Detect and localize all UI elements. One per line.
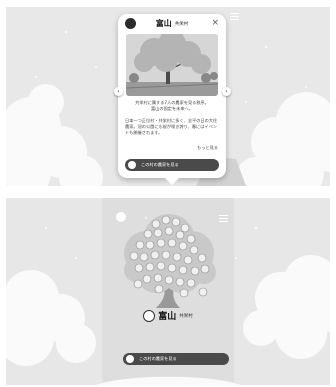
- next-arrow-icon[interactable]: ›: [222, 87, 231, 96]
- village-photo: [126, 34, 218, 96]
- menu-icon[interactable]: [219, 215, 228, 224]
- village-suffix: 共栄村: [174, 21, 189, 27]
- village-description-1: 共栄村に属する7人の農家を見る秩序。 富山の固定を未来へ。: [135, 100, 209, 111]
- view-farmers-label: この村の農家を見る: [139, 356, 177, 361]
- village-info-card: 富山 共栄村 × 共栄村に属する7人の農家を見る秩序。 富山の固定を未来へ。 日…: [118, 14, 226, 186]
- farmer-icon: [128, 161, 136, 169]
- globe-icon[interactable]: [116, 212, 126, 222]
- village-name: 富山: [155, 18, 172, 28]
- village-suffix: 共栄村: [179, 313, 193, 319]
- close-icon[interactable]: ×: [211, 18, 219, 29]
- menu-icon[interactable]: [230, 13, 239, 22]
- village-name: 富山: [158, 312, 177, 322]
- village-title: 富山 共栄村: [6, 309, 330, 322]
- village-badge-icon: [125, 18, 136, 29]
- village-badge-icon: [143, 309, 156, 322]
- more-link[interactable]: もっと見る: [197, 145, 218, 151]
- view-farmers-button[interactable]: この村の農家を見る: [125, 159, 219, 171]
- village-description-2: 日本一つ正位村・共栄村に多く、全平の日の大住農家。冠の公園にも桜が咲き誇り、春に…: [125, 118, 218, 135]
- view-farmers-label: この村の農家を見る: [141, 162, 179, 167]
- farmer-icon: [126, 355, 134, 363]
- village-tree-screen: 富山 共栄村 この村の農家を見る: [6, 198, 330, 385]
- card-header: 富山 共栄村 ×: [118, 14, 226, 33]
- prev-arrow-icon[interactable]: ‹: [114, 87, 123, 96]
- view-farmers-button[interactable]: この村の農家を見る: [123, 353, 229, 365]
- village-popup-screen: 富山 共栄村 × 共栄村に属する7人の農家を見る秩序。 富山の固定を未来へ。 日…: [6, 7, 330, 186]
